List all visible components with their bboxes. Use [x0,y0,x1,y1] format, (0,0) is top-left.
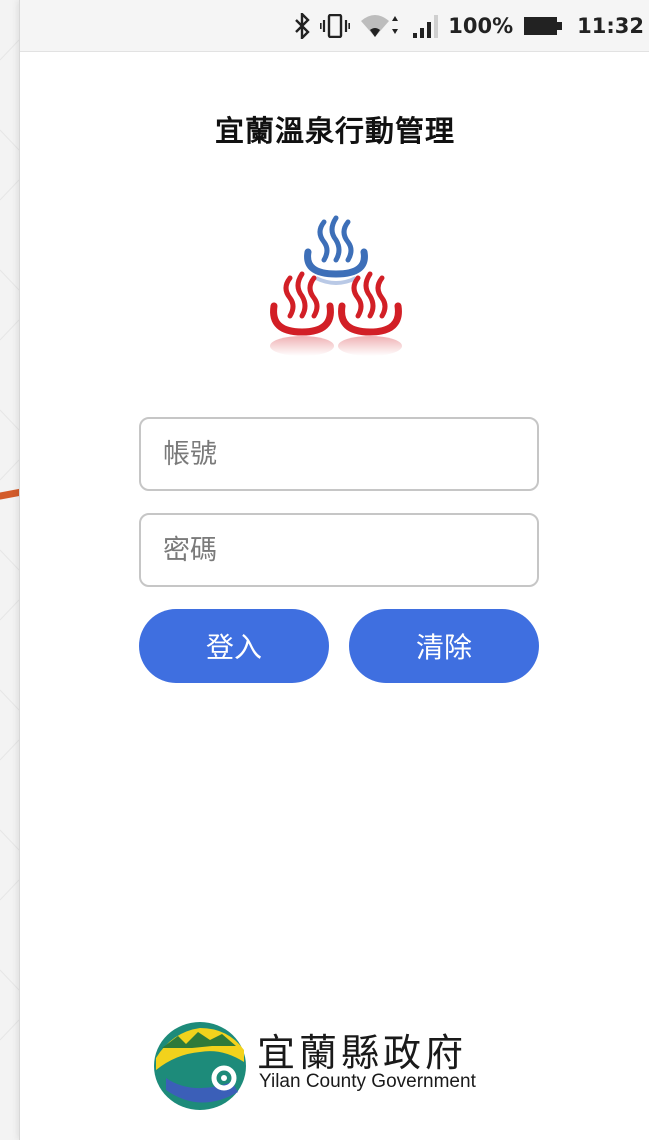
wifi-icon [360,13,402,39]
bluetooth-icon [294,12,310,39]
login-button[interactable]: 登入 [139,609,329,683]
account-input[interactable] [139,417,539,491]
app-title: 宜蘭溫泉行動管理 [214,114,455,148]
clock: 11:32 [577,13,644,38]
password-input[interactable] [139,513,539,587]
battery-icon [523,15,563,37]
status-bar: 100% 11:32 [20,0,649,52]
phone-screen: 100% 11:32 宜蘭溫泉行動管理 帳號 登入 清除 宜蘭縣政府 Yilan… [19,0,649,1140]
clear-button[interactable]: 清除 [349,609,539,683]
county-government-name-en: Yilan County Government [259,1071,476,1092]
yilan-county-emblem [154,1022,246,1110]
county-government-name: 宜蘭縣政府 [257,1031,468,1075]
battery-percentage: 100% [448,13,514,38]
vibrate-icon [320,13,351,38]
signal-icon [412,13,442,39]
hot-spring-icon [270,215,402,356]
